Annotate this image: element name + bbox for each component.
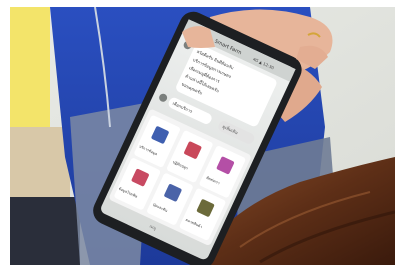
phone-in-hand-photo: Smart Farm 4G ▲ 12:30 สวัสดีครับ ยินดีต้… — [10, 7, 395, 265]
photo-frame: Smart Farm 4G ▲ 12:30 สวัสดีครับ ยินดีต้… — [10, 7, 395, 265]
left-dark-area — [10, 197, 80, 265]
